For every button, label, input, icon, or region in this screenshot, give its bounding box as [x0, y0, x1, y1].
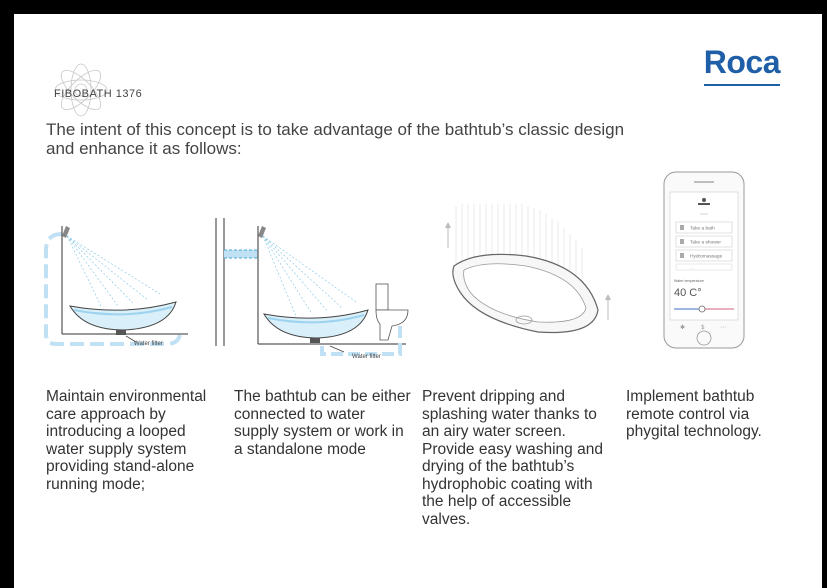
intro-text: The intent of this concept is to take ad…: [46, 120, 625, 158]
phone-temp-value: 40 C°: [674, 287, 702, 299]
water-filter-label-2: Water filter: [352, 354, 381, 360]
phone-menu-item-4[interactable]: ...: [690, 266, 694, 271]
column-3-text: Prevent dripping and splashing water tha…: [422, 388, 603, 528]
column-4-text: Implement bathtub remote control via phy…: [626, 388, 762, 440]
phone-menu-item-2[interactable]: Take a shower: [690, 240, 721, 246]
phone-menu-item-3[interactable]: Hydromassage: [690, 254, 723, 260]
phone-menu-item-1[interactable]: Take a bath: [690, 226, 715, 232]
brand-underline: [704, 84, 780, 86]
phone-settings-icon[interactable]: ✱: [680, 324, 685, 331]
phone-price-icon[interactable]: $: [701, 324, 705, 331]
fibobath-logo: FIBOBATH 1376: [46, 50, 186, 130]
phone-temp-label: Water temperature: [674, 279, 704, 283]
column-2-text: The bathtub can be either connected to w…: [234, 388, 411, 458]
connected-bath-illustration: Water filter: [215, 218, 409, 360]
slide: FIBOBATH 1376 Roca The intent of this co…: [14, 14, 822, 588]
phone-more-icon[interactable]: ⋯: [720, 324, 726, 331]
water-screen-bath-illustration: [445, 204, 611, 334]
logo-text: FIBOBATH 1376: [54, 88, 143, 100]
water-filter-label-1: Water filter: [134, 341, 163, 347]
brand-logo: Roca: [703, 44, 781, 80]
looped-bath-illustration: Water filter: [44, 226, 188, 347]
temp-slider-handle[interactable]: [698, 305, 706, 313]
phone-illustration: Take a bath Take a shower Hydromassage .…: [663, 171, 745, 349]
column-1-text: Maintain environmental care approach by …: [46, 388, 207, 493]
